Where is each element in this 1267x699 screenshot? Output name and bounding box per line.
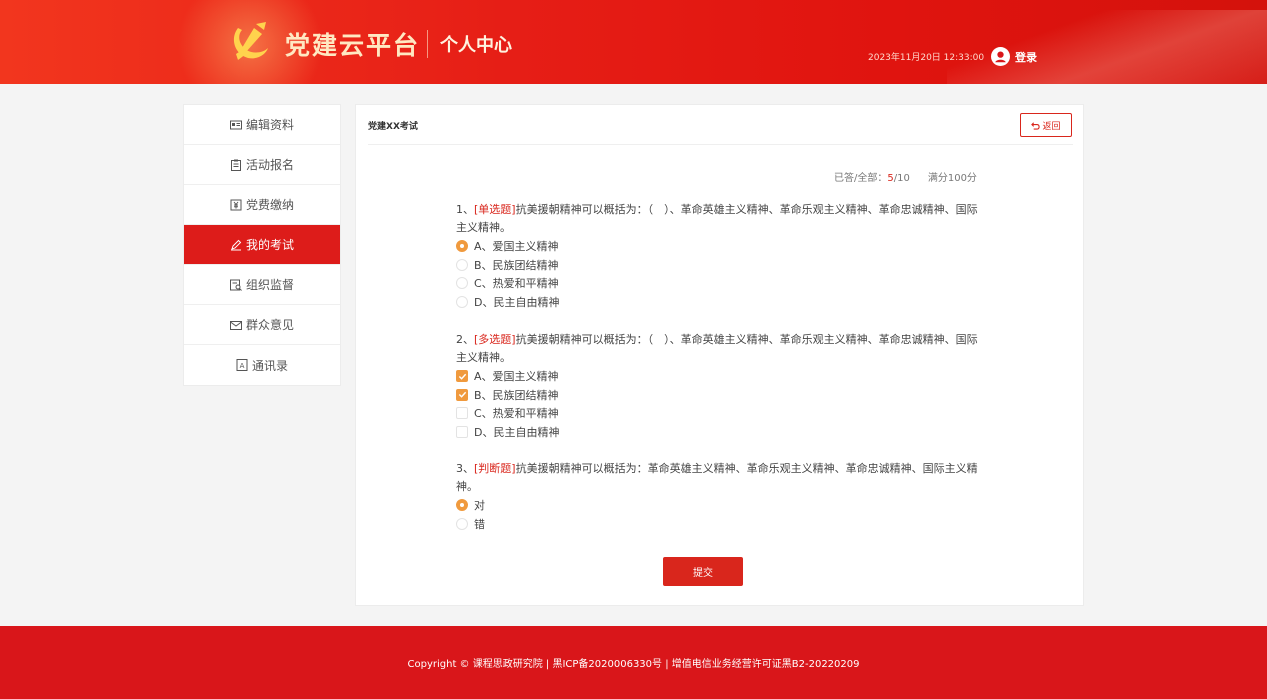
option-label: A、爱国主义精神 xyxy=(474,370,559,384)
full-score: 满分100分 xyxy=(927,173,977,184)
option-c[interactable]: C、热爱和平精神 xyxy=(456,404,988,423)
option-label: A、爱国主义精神 xyxy=(474,240,559,254)
checkbox[interactable] xyxy=(456,388,468,401)
checkmark-icon xyxy=(458,373,466,380)
sidebar-nav: 编辑资料 活动报名 党费缴纳 我的考试 组织监督 群众意见 A 通讯录 xyxy=(183,104,341,386)
question-text: 抗美援朝精神可以概括为：（ ）、革命英雄主义精神、革命乐观主义精神、革命忠诚精神… xyxy=(456,333,978,364)
option-d[interactable]: D、民主自由精神 xyxy=(456,293,988,312)
sidebar-item-edit-profile[interactable]: 编辑资料 xyxy=(184,105,340,145)
svg-text:A: A xyxy=(240,362,245,370)
clipboard-icon xyxy=(230,159,241,171)
question-1: 1、[单选题]抗美援朝精神可以概括为：（ ）、革命英雄主义精神、革命乐观主义精神… xyxy=(456,201,988,311)
undo-arrow-icon xyxy=(1031,121,1041,130)
option-label: 对 xyxy=(474,499,485,513)
login-link[interactable]: 登录 xyxy=(1015,49,1037,65)
sidebar-item-my-exams[interactable]: 我的考试 xyxy=(184,225,340,265)
option-false[interactable]: 错 xyxy=(456,515,988,534)
question-text: 抗美援朝精神可以概括为：（ ）、革命英雄主义精神、革命乐观主义精神、革命忠诚精神… xyxy=(456,203,978,234)
question-type: [多选题] xyxy=(474,333,516,346)
question-text: 抗美援朝精神可以概括为：革命英雄主义精神、革命乐观主义精神、革命忠诚精神、国际主… xyxy=(456,462,978,493)
sidebar-item-label: 组织监督 xyxy=(245,278,294,292)
question-number: 3、 xyxy=(456,462,474,475)
radio-button[interactable] xyxy=(456,240,468,253)
option-label: D、民主自由精神 xyxy=(474,295,560,309)
title-divider xyxy=(368,144,1073,145)
sidebar-item-party-dues[interactable]: 党费缴纳 xyxy=(184,185,340,225)
radio-button[interactable] xyxy=(456,517,468,530)
question-stem: 2、[多选题]抗美援朝精神可以概括为：（ ）、革命英雄主义精神、革命乐观主义精神… xyxy=(456,331,988,367)
footer: Copyright © 课程思政研究院 | 黑ICP备2020006330号 |… xyxy=(0,626,1267,699)
answered-label: 已答/全部： xyxy=(834,173,888,184)
option-label: B、民族团结精神 xyxy=(474,388,559,402)
sidebar-item-public-opinion[interactable]: 群众意见 xyxy=(184,305,340,345)
id-card-icon xyxy=(229,120,242,129)
total-count: /10 xyxy=(893,173,910,184)
sidebar-item-contacts[interactable]: A 通讯录 xyxy=(184,345,340,385)
header-datetime: 2023年11月20日 12:33:00 xyxy=(868,53,985,63)
option-d[interactable]: D、民主自由精神 xyxy=(456,423,988,442)
sidebar-item-label: 群众意见 xyxy=(245,318,294,332)
option-label: 错 xyxy=(474,517,485,531)
party-emblem-icon xyxy=(233,22,268,60)
option-c[interactable]: C、热爱和平精神 xyxy=(456,274,988,293)
sidebar-item-label: 编辑资料 xyxy=(245,118,294,132)
question-3: 3、[判断题]抗美援朝精神可以概括为：革命英雄主义精神、革命乐观主义精神、革命忠… xyxy=(456,460,988,533)
sidebar-item-label: 活动报名 xyxy=(245,158,294,172)
option-label: D、民主自由精神 xyxy=(474,425,560,439)
question-type: [单选题] xyxy=(474,203,516,216)
question-number: 2、 xyxy=(456,333,474,346)
option-b[interactable]: B、民族团结精神 xyxy=(456,256,988,275)
sidebar-item-activity-signup[interactable]: 活动报名 xyxy=(184,145,340,185)
question-stem: 3、[判断题]抗美援朝精神可以概括为：革命英雄主义精神、革命乐观主义精神、革命忠… xyxy=(456,460,988,496)
sidebar-item-label: 通讯录 xyxy=(251,358,288,373)
radio-button[interactable] xyxy=(456,277,468,290)
question-stem: 1、[单选题]抗美援朝精神可以概括为：（ ）、革命英雄主义精神、革命乐观主义精神… xyxy=(456,201,988,237)
submit-button[interactable]: 提交 xyxy=(663,557,743,586)
user-avatar-icon[interactable] xyxy=(991,47,1010,66)
footer-copyright: Copyright © 课程思政研究院 | 黑ICP备2020006330号 |… xyxy=(407,659,860,670)
exam-title: 党建XX考试 xyxy=(368,122,418,132)
option-label: B、民族团结精神 xyxy=(474,258,559,272)
question-number: 1、 xyxy=(456,203,474,216)
inspect-icon xyxy=(229,279,242,291)
option-b[interactable]: B、民族团结精神 xyxy=(456,386,988,405)
sidebar-item-label: 我的考试 xyxy=(245,238,294,252)
back-button-label: 返回 xyxy=(1042,121,1061,132)
header: 党建云平台 个人中心 2023年11月20日 12:33:00 登录 xyxy=(0,0,1267,84)
pencil-icon xyxy=(230,239,242,250)
page-subtitle: 个人中心 xyxy=(440,35,512,56)
option-label: C、热爱和平精神 xyxy=(474,277,559,291)
checkbox[interactable] xyxy=(456,407,468,420)
option-true[interactable]: 对 xyxy=(456,496,988,515)
platform-title: 党建云平台 xyxy=(285,31,421,60)
option-a[interactable]: A、爱国主义精神 xyxy=(456,237,988,256)
radio-button[interactable] xyxy=(456,499,468,512)
question-2: 2、[多选题]抗美援朝精神可以概括为：（ ）、革命英雄主义精神、革命乐观主义精神… xyxy=(456,331,988,441)
title-divider xyxy=(427,30,428,58)
option-a[interactable]: A、爱国主义精神 xyxy=(456,367,988,386)
contacts-icon: A xyxy=(236,359,248,371)
checkmark-icon xyxy=(458,392,466,399)
exam-panel: 党建XX考试 返回 已答/全部：5/10 满分100分 1、[单选题]抗美援朝精神… xyxy=(355,104,1084,606)
checkbox[interactable] xyxy=(456,425,468,438)
radio-button[interactable] xyxy=(456,258,468,271)
option-label: C、热爱和平精神 xyxy=(474,407,559,421)
answer-stats: 已答/全部：5/10 满分100分 xyxy=(834,169,977,184)
sidebar-item-org-supervision[interactable]: 组织监督 xyxy=(184,265,340,305)
back-button[interactable]: 返回 xyxy=(1020,113,1072,137)
sidebar-item-label: 党费缴纳 xyxy=(245,198,294,212)
radio-button[interactable] xyxy=(456,295,468,308)
checkbox[interactable] xyxy=(456,370,468,383)
question-type: [判断题] xyxy=(474,462,516,475)
payment-icon xyxy=(230,199,242,210)
mail-icon xyxy=(229,320,242,330)
